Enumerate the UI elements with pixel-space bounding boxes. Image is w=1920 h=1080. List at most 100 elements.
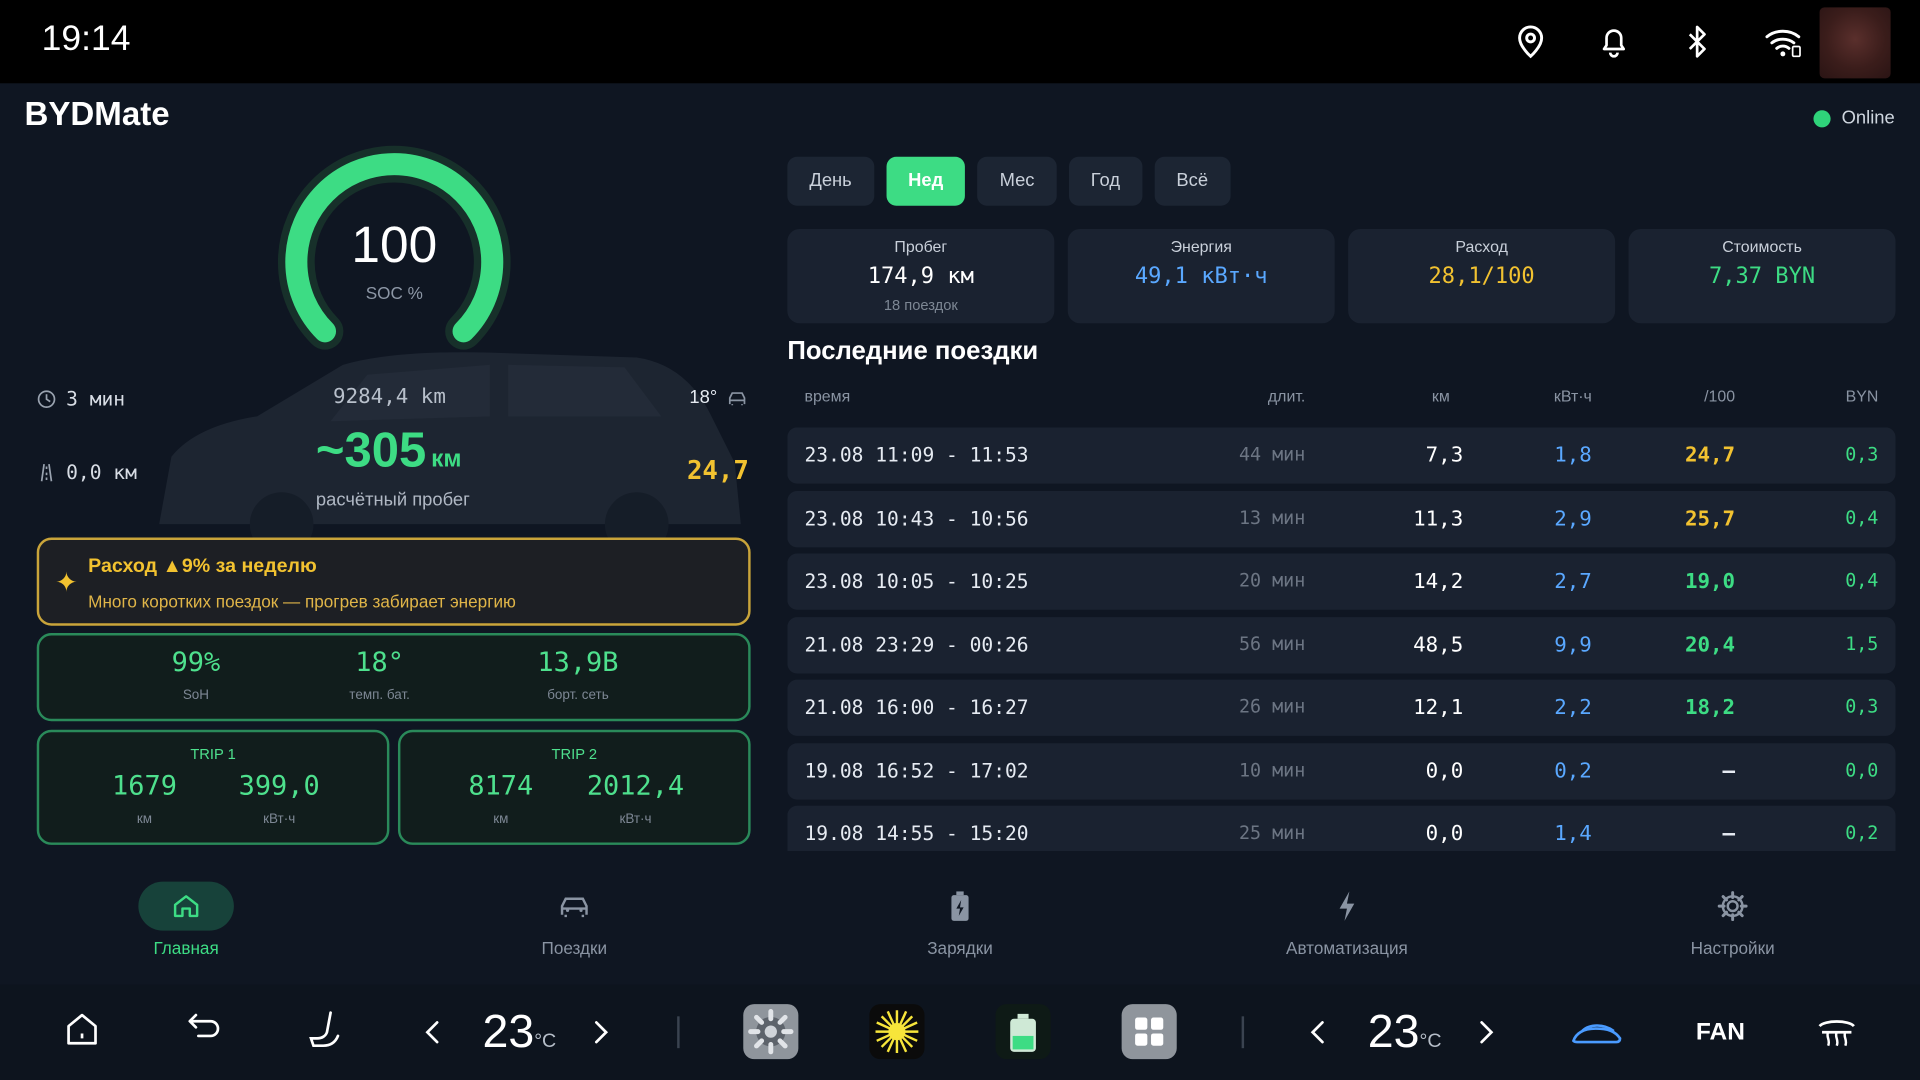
summary-cost: Стоимость 7,37 BYN	[1628, 228, 1896, 324]
tab-all[interactable]: Всё	[1154, 156, 1231, 206]
consumption-alert[interactable]: ✦ Расход ▲9% за неделю Много коротких по…	[36, 537, 751, 626]
summary-consumption-value: 28,1/100	[1428, 263, 1535, 289]
alert-title: Расход ▲9% за неделю	[88, 555, 317, 577]
battery-card: 99% SoH 18° темп. бат. 13,9В борт. сеть	[36, 633, 751, 722]
table-row[interactable]: 23.08 11:09 - 11:53 44 мин 7,3 1,8 24,7 0,3	[787, 427, 1896, 484]
wifi-icon[interactable]	[1763, 22, 1802, 61]
right-temp-up-icon[interactable]	[1473, 1019, 1497, 1046]
trip-duration: 10 мин	[1238, 758, 1306, 781]
trip1-km-value: 1679	[112, 771, 177, 803]
trip-time: 21.08 23:29 - 00:26	[804, 632, 1029, 656]
sun-app-icon[interactable]	[869, 1004, 925, 1060]
settings-app-icon[interactable]	[743, 1004, 799, 1060]
trip1-title: TRIP 1	[190, 745, 236, 763]
soh-value: 99%	[171, 647, 221, 679]
tab-month[interactable]: Мес	[977, 156, 1057, 206]
table-row[interactable]: 21.08 23:29 - 00:26 56 мин 48,5 9,9 20,4 1,5	[787, 616, 1896, 673]
rear-defrost-icon[interactable]	[1816, 1014, 1858, 1051]
online-dot-icon	[1813, 109, 1831, 127]
voltage-value: 13,9В	[537, 647, 619, 679]
table-row[interactable]: 19.08 16:52 - 17:02 10 мин 0,0 0,2 — 0,0	[787, 742, 1896, 799]
tab-year[interactable]: Год	[1068, 156, 1143, 206]
summary-consumption-title: Расход	[1455, 237, 1508, 256]
bluetooth-icon[interactable]	[1678, 22, 1717, 61]
trip-consumption: 24,7	[1684, 443, 1736, 468]
table-row[interactable]: 23.08 10:43 - 10:56 13 мин 11,3 2,9 25,7 0,4	[787, 490, 1896, 547]
voltage-stat: 13,9В борт. сеть	[492, 648, 663, 703]
trip2-kwh: 2012,4 кВт·ч	[562, 771, 709, 826]
back-icon[interactable]	[184, 1009, 223, 1046]
trip-time: 19.08 16:52 - 17:02	[804, 758, 1029, 782]
trip-km: 14,2	[1413, 569, 1464, 594]
user-avatar[interactable]	[1819, 7, 1891, 79]
soh-label: SoH	[182, 688, 210, 703]
left-temperature-unit: °C	[534, 1031, 557, 1052]
location-icon[interactable]	[1511, 22, 1550, 61]
summary-energy: Энергия 49,1 кВт·ч	[1067, 228, 1335, 324]
nav-home-label: Главная	[153, 937, 219, 958]
trip-duration: 56 мин	[1238, 632, 1306, 655]
trip-duration: 44 мин	[1238, 443, 1306, 466]
home-system-icon[interactable]	[64, 1009, 101, 1048]
lightning-icon	[1339, 891, 1355, 921]
nav-settings[interactable]: Настройки	[1635, 882, 1831, 958]
trips-table-body[interactable]: 23.08 11:09 - 11:53 44 мин 7,3 1,8 24,7 0,3 23…	[787, 427, 1896, 852]
tab-week[interactable]: Нед	[886, 156, 966, 206]
seat-icon[interactable]	[306, 1009, 343, 1051]
estimated-range: ~305 км	[316, 424, 462, 479]
trip2-km-label: км	[493, 811, 509, 827]
battery-temp-value: 18°	[355, 647, 404, 679]
nav-home[interactable]: Главная	[88, 881, 284, 958]
drive-duration-value: 3 мин	[66, 386, 126, 411]
battery-temp-label: темп. бат.	[349, 688, 410, 703]
trip-duration: 26 мин	[1238, 695, 1306, 718]
home-icon	[173, 895, 199, 918]
tab-day[interactable]: День	[787, 156, 874, 206]
right-temperature-value: 23	[1367, 1006, 1420, 1058]
nav-charging[interactable]: Зарядки	[862, 882, 1058, 958]
fan-button[interactable]: FAN	[1696, 1019, 1745, 1047]
trip2-card[interactable]: TRIP 2 8174 км 2012,4 кВт·ч	[397, 729, 751, 845]
clock: 19:14	[41, 19, 131, 59]
bell-icon[interactable]	[1594, 22, 1633, 61]
summary-cost-value: 7,37 BYN	[1708, 263, 1816, 289]
trip-cost: 0,4	[1845, 506, 1879, 529]
estimated-range-unit: км	[431, 445, 462, 473]
drive-duration: 3 мин	[37, 387, 125, 410]
recent-trips-title: Последние поездки	[787, 336, 1039, 365]
table-row[interactable]: 19.08 14:55 - 15:20 25 мин 0,0 1,4 — 0,2	[787, 805, 1896, 852]
trip-kwh: 9,9	[1554, 632, 1592, 657]
right-temp-down-icon[interactable]	[1307, 1019, 1331, 1046]
ambient-temp: 18°	[689, 387, 746, 408]
recirculation-car-icon[interactable]	[1570, 1016, 1624, 1050]
left-temp-up-icon[interactable]	[588, 1019, 612, 1046]
current-consumption: 24,7	[686, 455, 749, 485]
trip2-km-value: 8174	[468, 771, 534, 803]
trip-kwh: 2,7	[1554, 569, 1592, 594]
left-temp-down-icon[interactable]	[421, 1019, 445, 1046]
trip-consumption: 20,4	[1684, 632, 1736, 657]
trip-distance: 0,0 км	[37, 460, 137, 484]
odometer: 9284,4 km	[333, 384, 446, 409]
trip-cost: 0,3	[1845, 443, 1879, 466]
apps-grid-icon[interactable]	[1121, 1004, 1177, 1060]
nav-automation-label: Автоматизация	[1286, 937, 1408, 958]
nav-trips[interactable]: Поездки	[476, 882, 672, 958]
sparkle-icon: ✦	[55, 568, 78, 599]
table-row[interactable]: 23.08 10:05 - 10:25 20 мин 14,2 2,7 19,0 0,4	[787, 553, 1896, 610]
right-temperature-unit: °C	[1419, 1031, 1442, 1052]
car-icon	[560, 897, 588, 918]
nav-automation[interactable]: Автоматизация	[1249, 882, 1445, 958]
table-row[interactable]: 21.08 16:00 - 16:27 26 мин 12,1 2,2 18,2 0,3	[787, 679, 1896, 736]
battery-app-icon[interactable]	[995, 1004, 1051, 1060]
trip-consumption: —	[1722, 758, 1736, 784]
screen: 19:14 BYDMate Online 100 SOC % 3 мин 0,0…	[0, 0, 1920, 1080]
trip-cost: 1,5	[1845, 632, 1879, 655]
left-temperature-value: 23	[482, 1006, 535, 1058]
clock-icon	[37, 389, 56, 408]
car-system-bar: 23°C 23°C FAN	[0, 984, 1920, 1080]
trip1-card[interactable]: TRIP 1 1679 км 399,0 кВт·ч	[36, 729, 390, 845]
header-km: км	[1431, 386, 1450, 406]
trip-time: 23.08 11:09 - 11:53	[804, 443, 1029, 467]
trip-kwh: 1,8	[1554, 443, 1592, 468]
